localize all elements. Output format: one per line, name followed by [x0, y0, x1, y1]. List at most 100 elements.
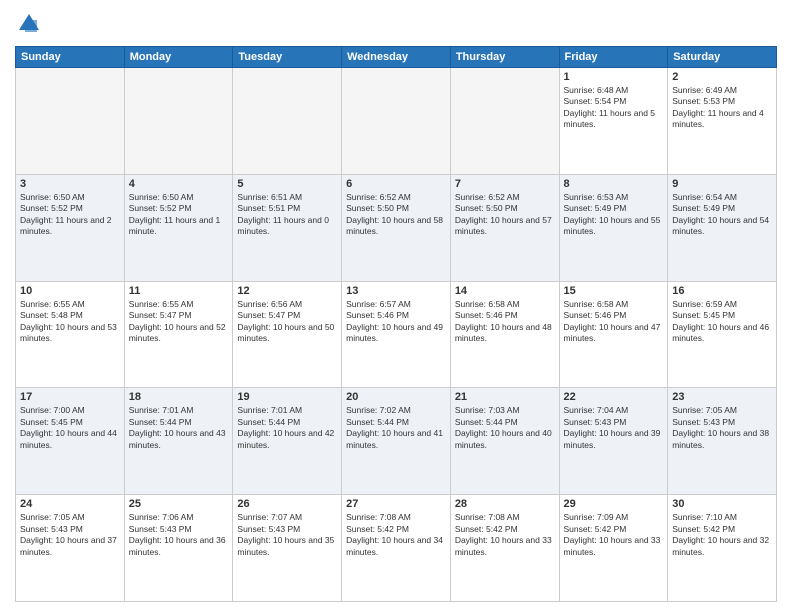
day-info: Sunrise: 6:56 AMSunset: 5:47 PMDaylight:… [237, 299, 337, 345]
calendar-cell: 27Sunrise: 7:08 AMSunset: 5:42 PMDayligh… [342, 495, 451, 602]
day-info: Sunrise: 7:04 AMSunset: 5:43 PMDaylight:… [564, 405, 664, 451]
day-number: 23 [672, 391, 772, 403]
day-info: Sunrise: 6:55 AMSunset: 5:47 PMDaylight:… [129, 299, 229, 345]
calendar-cell: 8 Sunrise: 6:53 AMSunset: 5:49 PMDaylight… [559, 174, 668, 281]
day-info: Sunrise: 7:10 AMSunset: 5:42 PMDaylight:… [672, 512, 772, 558]
calendar-cell: 7Sunrise: 6:52 AMSunset: 5:50 PMDaylight… [450, 174, 559, 281]
day-number: 29 [564, 498, 664, 510]
calendar-cell: 29 Sunrise: 7:09 AMSunset: 5:42 PMDayligh… [559, 495, 668, 602]
day-info: Sunrise: 7:05 AMSunset: 5:43 PMDaylight:… [20, 512, 120, 558]
day-number: 8 [564, 178, 664, 190]
calendar-cell: 6 Sunrise: 6:52 AMSunset: 5:50 PMDaylight… [342, 174, 451, 281]
header [15, 10, 777, 38]
week-row-4: 17 Sunrise: 7:00 AMSunset: 5:45 PMDayligh… [16, 388, 777, 495]
calendar-cell: 14 Sunrise: 6:58 AMSunset: 5:46 PMDayligh… [450, 281, 559, 388]
day-info: Sunrise: 6:52 AMSunset: 5:50 PMDaylight:… [346, 192, 446, 238]
day-number: 25 [129, 498, 229, 510]
day-info: Sunrise: 7:03 AMSunset: 5:44 PMDaylight:… [455, 405, 555, 451]
day-number: 22 [564, 391, 664, 403]
day-number: 16 [672, 285, 772, 297]
day-number: 7 [455, 178, 555, 190]
day-number: 21 [455, 391, 555, 403]
day-number: 24 [20, 498, 120, 510]
day-info: Sunrise: 7:05 AMSunset: 5:43 PMDaylight:… [672, 405, 772, 451]
calendar-cell: 21 Sunrise: 7:03 AMSunset: 5:44 PMDayligh… [450, 388, 559, 495]
day-info: Sunrise: 6:58 AMSunset: 5:46 PMDaylight:… [455, 299, 555, 345]
day-info: Sunrise: 6:59 AMSunset: 5:45 PMDaylight:… [672, 299, 772, 345]
day-info: Sunrise: 6:54 AMSunset: 5:49 PMDaylight:… [672, 192, 772, 238]
day-info: Sunrise: 7:07 AMSunset: 5:43 PMDaylight:… [237, 512, 337, 558]
day-info: Sunrise: 7:01 AMSunset: 5:44 PMDaylight:… [129, 405, 229, 451]
day-number: 20 [346, 391, 446, 403]
day-info: Sunrise: 7:00 AMSunset: 5:45 PMDaylight:… [20, 405, 120, 451]
day-number: 12 [237, 285, 337, 297]
day-info: Sunrise: 6:49 AMSunset: 5:53 PMDaylight:… [672, 85, 772, 131]
day-number: 11 [129, 285, 229, 297]
day-info: Sunrise: 7:08 AMSunset: 5:42 PMDaylight:… [455, 512, 555, 558]
logo [15, 10, 47, 38]
day-number: 13 [346, 285, 446, 297]
day-info: Sunrise: 6:57 AMSunset: 5:46 PMDaylight:… [346, 299, 446, 345]
week-row-3: 10Sunrise: 6:55 AMSunset: 5:48 PMDayligh… [16, 281, 777, 388]
week-row-2: 3 Sunrise: 6:50 AMSunset: 5:52 PMDaylight… [16, 174, 777, 281]
calendar-cell: 11 Sunrise: 6:55 AMSunset: 5:47 PMDayligh… [124, 281, 233, 388]
calendar-cell: 17 Sunrise: 7:00 AMSunset: 5:45 PMDayligh… [16, 388, 125, 495]
week-row-5: 24 Sunrise: 7:05 AMSunset: 5:43 PMDayligh… [16, 495, 777, 602]
weekday-header-saturday: Saturday [668, 47, 777, 68]
day-info: Sunrise: 6:53 AMSunset: 5:49 PMDaylight:… [564, 192, 664, 238]
week-row-1: 1 Sunrise: 6:48 AMSunset: 5:54 PMDaylight… [16, 68, 777, 175]
calendar-table: SundayMondayTuesdayWednesdayThursdayFrid… [15, 46, 777, 602]
calendar-cell: 5 Sunrise: 6:51 AMSunset: 5:51 PMDaylight… [233, 174, 342, 281]
day-number: 27 [346, 498, 446, 510]
day-number: 3 [20, 178, 120, 190]
calendar-cell: 13 Sunrise: 6:57 AMSunset: 5:46 PMDayligh… [342, 281, 451, 388]
calendar-cell: 24 Sunrise: 7:05 AMSunset: 5:43 PMDayligh… [16, 495, 125, 602]
calendar-cell [342, 68, 451, 175]
day-info: Sunrise: 7:06 AMSunset: 5:43 PMDaylight:… [129, 512, 229, 558]
day-info: Sunrise: 6:48 AMSunset: 5:54 PMDaylight:… [564, 85, 664, 131]
day-info: Sunrise: 6:50 AMSunset: 5:52 PMDaylight:… [129, 192, 229, 238]
weekday-header-wednesday: Wednesday [342, 47, 451, 68]
weekday-header-thursday: Thursday [450, 47, 559, 68]
calendar-cell: 20 Sunrise: 7:02 AMSunset: 5:44 PMDayligh… [342, 388, 451, 495]
calendar-cell: 16 Sunrise: 6:59 AMSunset: 5:45 PMDayligh… [668, 281, 777, 388]
day-number: 5 [237, 178, 337, 190]
calendar-cell [16, 68, 125, 175]
calendar-cell: 18 Sunrise: 7:01 AMSunset: 5:44 PMDayligh… [124, 388, 233, 495]
day-number: 17 [20, 391, 120, 403]
day-info: Sunrise: 7:01 AMSunset: 5:44 PMDaylight:… [237, 405, 337, 451]
calendar-cell: 22 Sunrise: 7:04 AMSunset: 5:43 PMDayligh… [559, 388, 668, 495]
day-number: 1 [564, 71, 664, 83]
day-number: 9 [672, 178, 772, 190]
day-number: 15 [564, 285, 664, 297]
weekday-header-row: SundayMondayTuesdayWednesdayThursdayFrid… [16, 47, 777, 68]
day-info: Sunrise: 7:02 AMSunset: 5:44 PMDaylight:… [346, 405, 446, 451]
day-info: Sunrise: 6:50 AMSunset: 5:52 PMDaylight:… [20, 192, 120, 238]
calendar-cell: 25 Sunrise: 7:06 AMSunset: 5:43 PMDayligh… [124, 495, 233, 602]
day-number: 26 [237, 498, 337, 510]
calendar-cell: 9 Sunrise: 6:54 AMSunset: 5:49 PMDaylight… [668, 174, 777, 281]
calendar-cell: 19 Sunrise: 7:01 AMSunset: 5:44 PMDayligh… [233, 388, 342, 495]
day-number: 6 [346, 178, 446, 190]
day-number: 14 [455, 285, 555, 297]
day-number: 19 [237, 391, 337, 403]
calendar-cell: 1 Sunrise: 6:48 AMSunset: 5:54 PMDaylight… [559, 68, 668, 175]
day-number: 4 [129, 178, 229, 190]
day-info: Sunrise: 6:58 AMSunset: 5:46 PMDaylight:… [564, 299, 664, 345]
calendar-cell: 12 Sunrise: 6:56 AMSunset: 5:47 PMDayligh… [233, 281, 342, 388]
day-number: 30 [672, 498, 772, 510]
calendar-cell [124, 68, 233, 175]
calendar-cell: 4 Sunrise: 6:50 AMSunset: 5:52 PMDaylight… [124, 174, 233, 281]
weekday-header-tuesday: Tuesday [233, 47, 342, 68]
weekday-header-monday: Monday [124, 47, 233, 68]
calendar-cell [450, 68, 559, 175]
day-number: 18 [129, 391, 229, 403]
logo-icon [15, 10, 43, 38]
calendar-cell: 3 Sunrise: 6:50 AMSunset: 5:52 PMDaylight… [16, 174, 125, 281]
day-info: Sunrise: 7:09 AMSunset: 5:42 PMDaylight:… [564, 512, 664, 558]
calendar-cell [233, 68, 342, 175]
day-info: Sunrise: 6:51 AMSunset: 5:51 PMDaylight:… [237, 192, 337, 238]
calendar-cell: 23 Sunrise: 7:05 AMSunset: 5:43 PMDayligh… [668, 388, 777, 495]
day-number: 10 [20, 285, 120, 297]
day-number: 28 [455, 498, 555, 510]
